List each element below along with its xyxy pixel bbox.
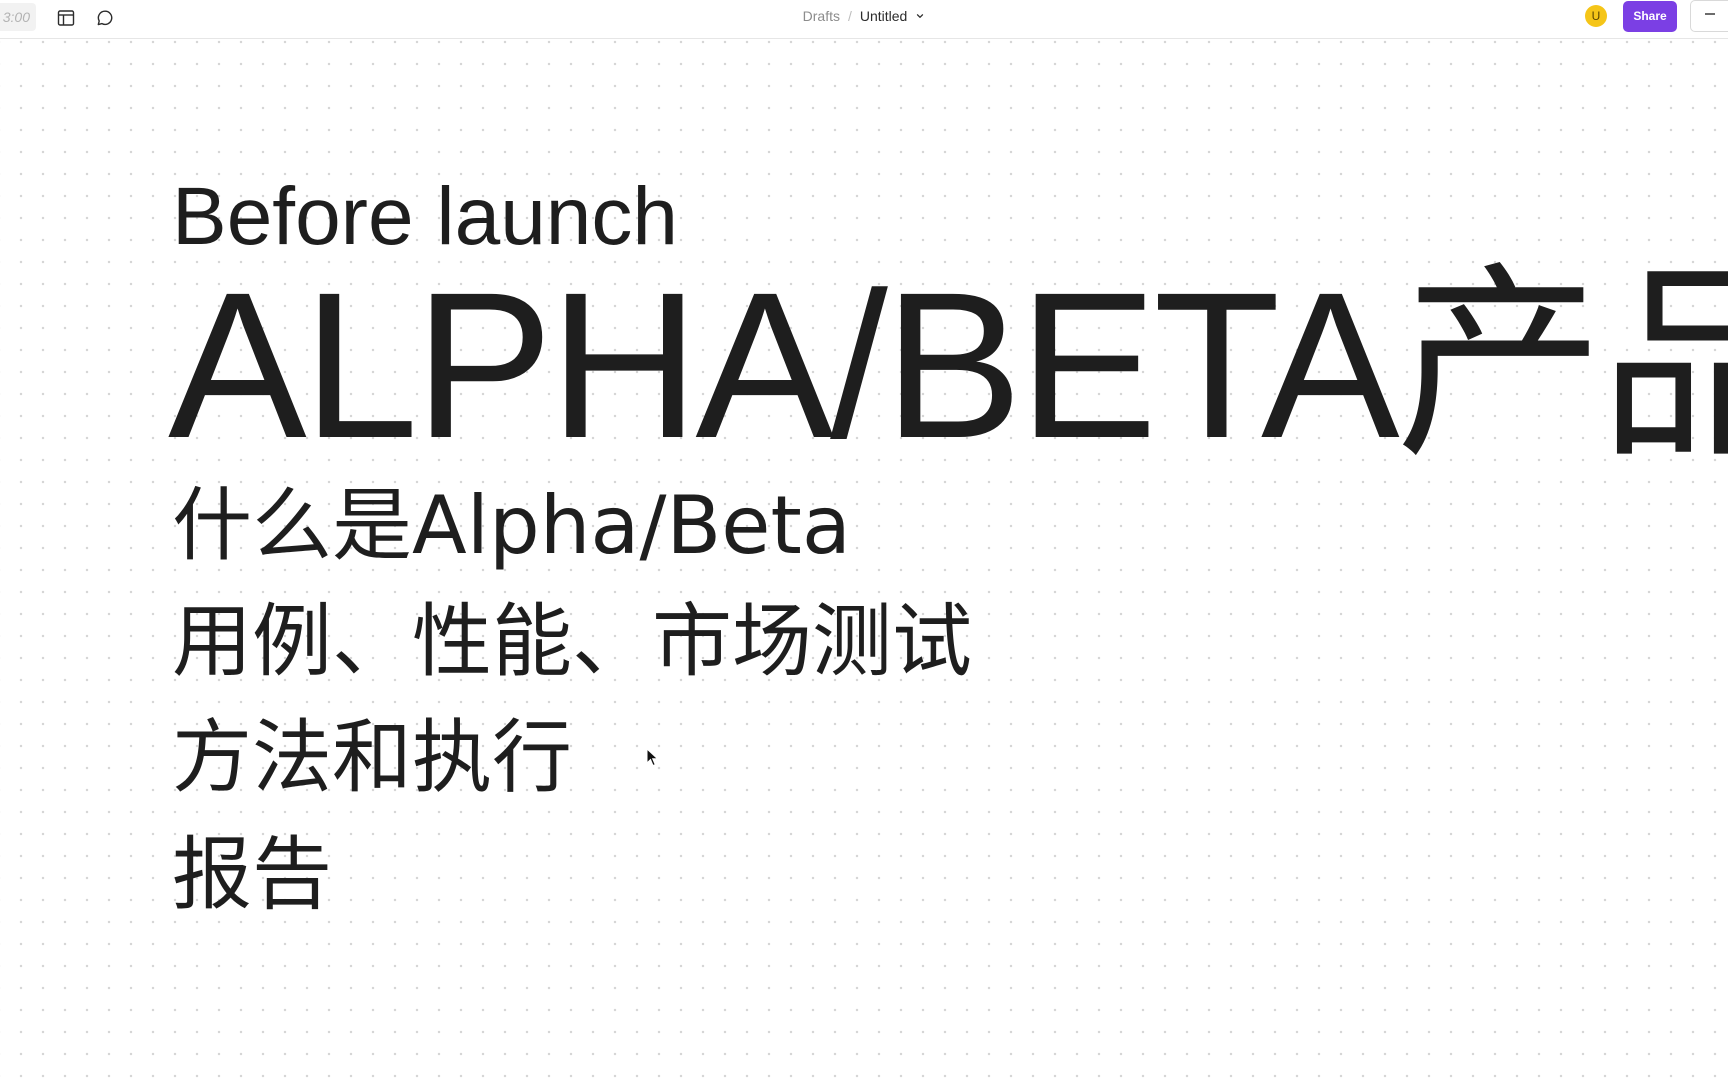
text-item-2[interactable]: 用例、性能、市场测试 [172, 592, 972, 692]
minus-icon[interactable] [1703, 7, 1717, 26]
text-item-1[interactable]: 什么是Alpha/Beta [172, 476, 851, 576]
file-title[interactable]: Untitled [860, 8, 907, 24]
top-toolbar: 3:00 Drafts / Untitled U Share [0, 0, 1728, 39]
user-avatar[interactable]: U [1585, 5, 1607, 27]
zoom-control[interactable] [1690, 0, 1728, 32]
breadcrumb-drafts[interactable]: Drafts [803, 8, 840, 24]
mouse-cursor-icon [646, 748, 659, 767]
text-item-3[interactable]: 方法和执行 [172, 708, 572, 808]
whiteboard-canvas[interactable]: Before launch ALPHA/BETA产品 什么是Alpha/Beta… [0, 39, 1728, 1080]
heading-alpha-beta[interactable]: ALPHA/BETA产品 [168, 256, 1728, 476]
share-button[interactable]: Share [1623, 1, 1677, 32]
comment-icon[interactable] [91, 4, 119, 32]
breadcrumb-separator: / [847, 8, 852, 24]
timer-display[interactable]: 3:00 [0, 3, 36, 31]
chevron-down-icon[interactable] [915, 11, 925, 21]
layout-icon[interactable] [52, 4, 80, 32]
text-item-4[interactable]: 报告 [172, 825, 332, 925]
breadcrumb: Drafts / Untitled [0, 0, 1728, 32]
